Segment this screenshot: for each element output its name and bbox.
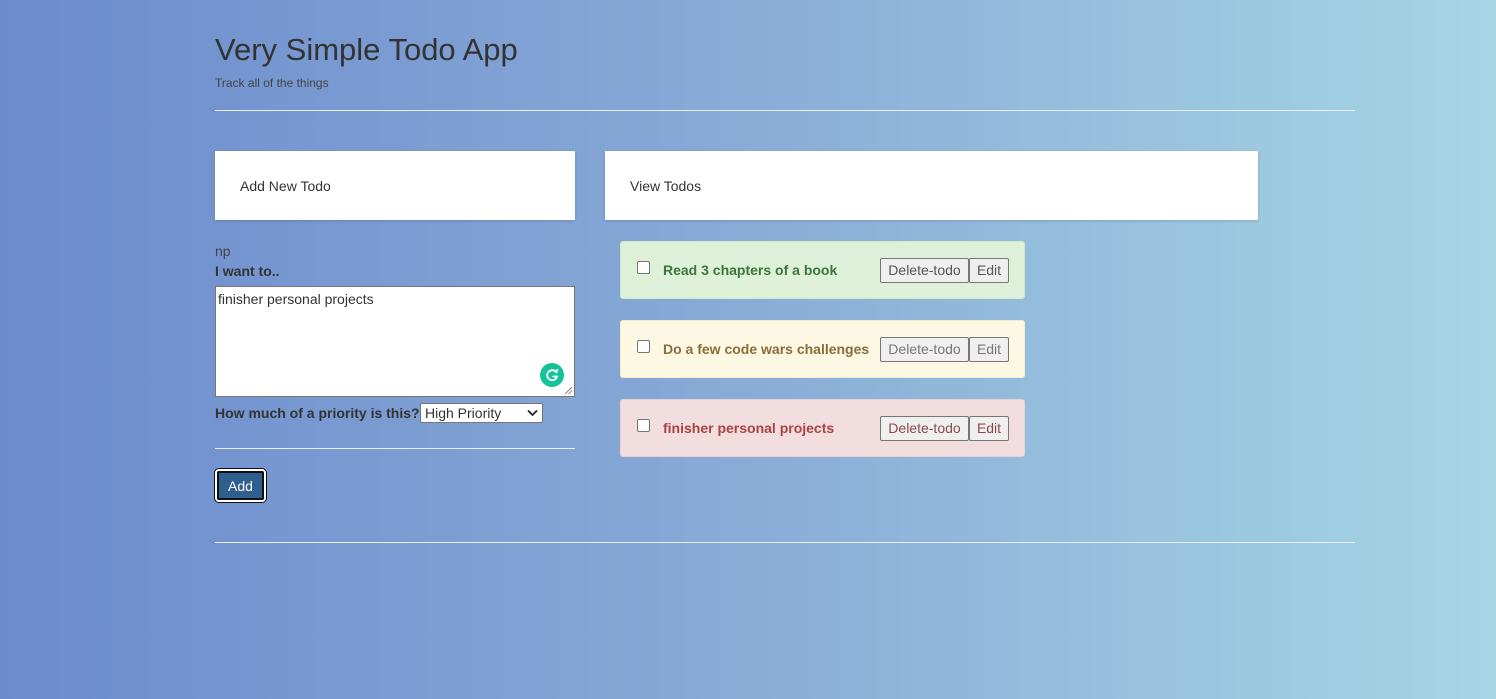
edit-todo-button[interactable]: Edit (969, 258, 1009, 283)
todo-checkbox[interactable] (637, 419, 650, 432)
todo-textarea[interactable]: finisher personal projects (215, 286, 575, 397)
chevron-down-icon (527, 409, 538, 417)
delete-todo-button[interactable]: Delete-todo (880, 416, 969, 441)
todo-input-label: I want to.. (215, 263, 280, 279)
add-todo-panel-header: Add New Todo (215, 151, 575, 220)
add-todo-button[interactable]: Add (215, 469, 266, 502)
todo-item: Do a few code wars challenges Delete-tod… (620, 320, 1025, 378)
todo-checkbox[interactable] (637, 340, 650, 353)
view-todos-panel-header: View Todos (605, 151, 1258, 220)
todo-text: finisher personal projects (663, 420, 835, 436)
todo-text: Read 3 chapters of a book (663, 262, 838, 278)
grammarly-icon[interactable] (540, 363, 564, 387)
todo-item: Read 3 chapters of a book Delete-todo Ed… (620, 241, 1025, 299)
priority-select[interactable]: High Priority (420, 403, 543, 423)
user-tag: np (215, 243, 231, 259)
footer-divider (215, 542, 1355, 543)
resize-grip-icon[interactable] (564, 386, 573, 395)
todo-item: finisher personal projects Delete-todo E… (620, 399, 1025, 457)
todo-text: Do a few code wars challenges (663, 341, 870, 357)
edit-todo-button[interactable]: Edit (969, 416, 1009, 441)
priority-select-value: High Priority (425, 405, 502, 421)
page-title: Very Simple Todo App (215, 32, 518, 67)
view-todos-panel-title: View Todos (630, 178, 702, 194)
page-subtitle: Track all of the things (215, 76, 329, 90)
add-todo-panel-title: Add New Todo (240, 178, 331, 194)
todo-checkbox[interactable] (637, 261, 650, 274)
edit-todo-button[interactable]: Edit (969, 337, 1009, 362)
priority-label: How much of a priority is this? (215, 405, 420, 421)
delete-todo-button[interactable]: Delete-todo (880, 337, 969, 362)
form-divider (215, 448, 575, 449)
delete-todo-button[interactable]: Delete-todo (880, 258, 969, 283)
header-divider (215, 110, 1355, 111)
